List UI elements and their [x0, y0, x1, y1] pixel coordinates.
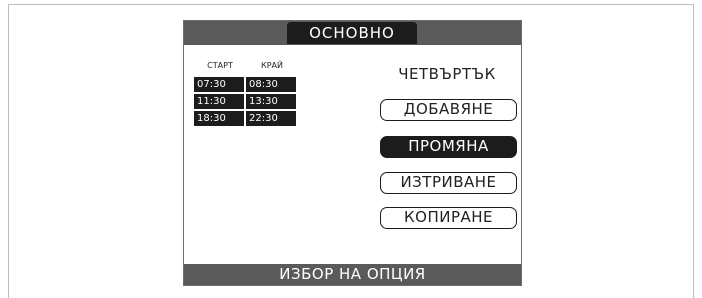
device-screen: ОСНОВНО СТАРТ КРАЙ 07:30 08:30 11:30 13:… — [183, 20, 522, 286]
end-column-header: КРАЙ — [261, 61, 283, 70]
schedule-row-2-end: 13:30 — [246, 94, 296, 109]
schedule-row-1-end: 08:30 — [246, 77, 296, 92]
footer-prompt: ИЗБОР НА ОПЦИЯ — [184, 264, 521, 285]
day-label: ЧЕТВЪРТЪК — [398, 65, 496, 83]
header-bar: ОСНОВНО — [184, 21, 521, 45]
schedule-row-1-start: 07:30 — [194, 77, 244, 92]
schedule-row-2-start: 11:30 — [194, 94, 244, 109]
copy-button[interactable]: КОПИРАНЕ — [380, 207, 517, 229]
delete-button[interactable]: ИЗТРИВАНЕ — [380, 172, 517, 194]
schedule-row-3-start: 18:30 — [194, 111, 244, 126]
schedule-row-3-end: 22:30 — [246, 111, 296, 126]
add-button[interactable]: ДОБАВЯНЕ — [380, 99, 517, 121]
start-column-header: СТАРТ — [207, 61, 233, 70]
modify-button[interactable]: ПРОМЯНА — [380, 136, 517, 158]
screen-title: ОСНОВНО — [287, 22, 417, 44]
